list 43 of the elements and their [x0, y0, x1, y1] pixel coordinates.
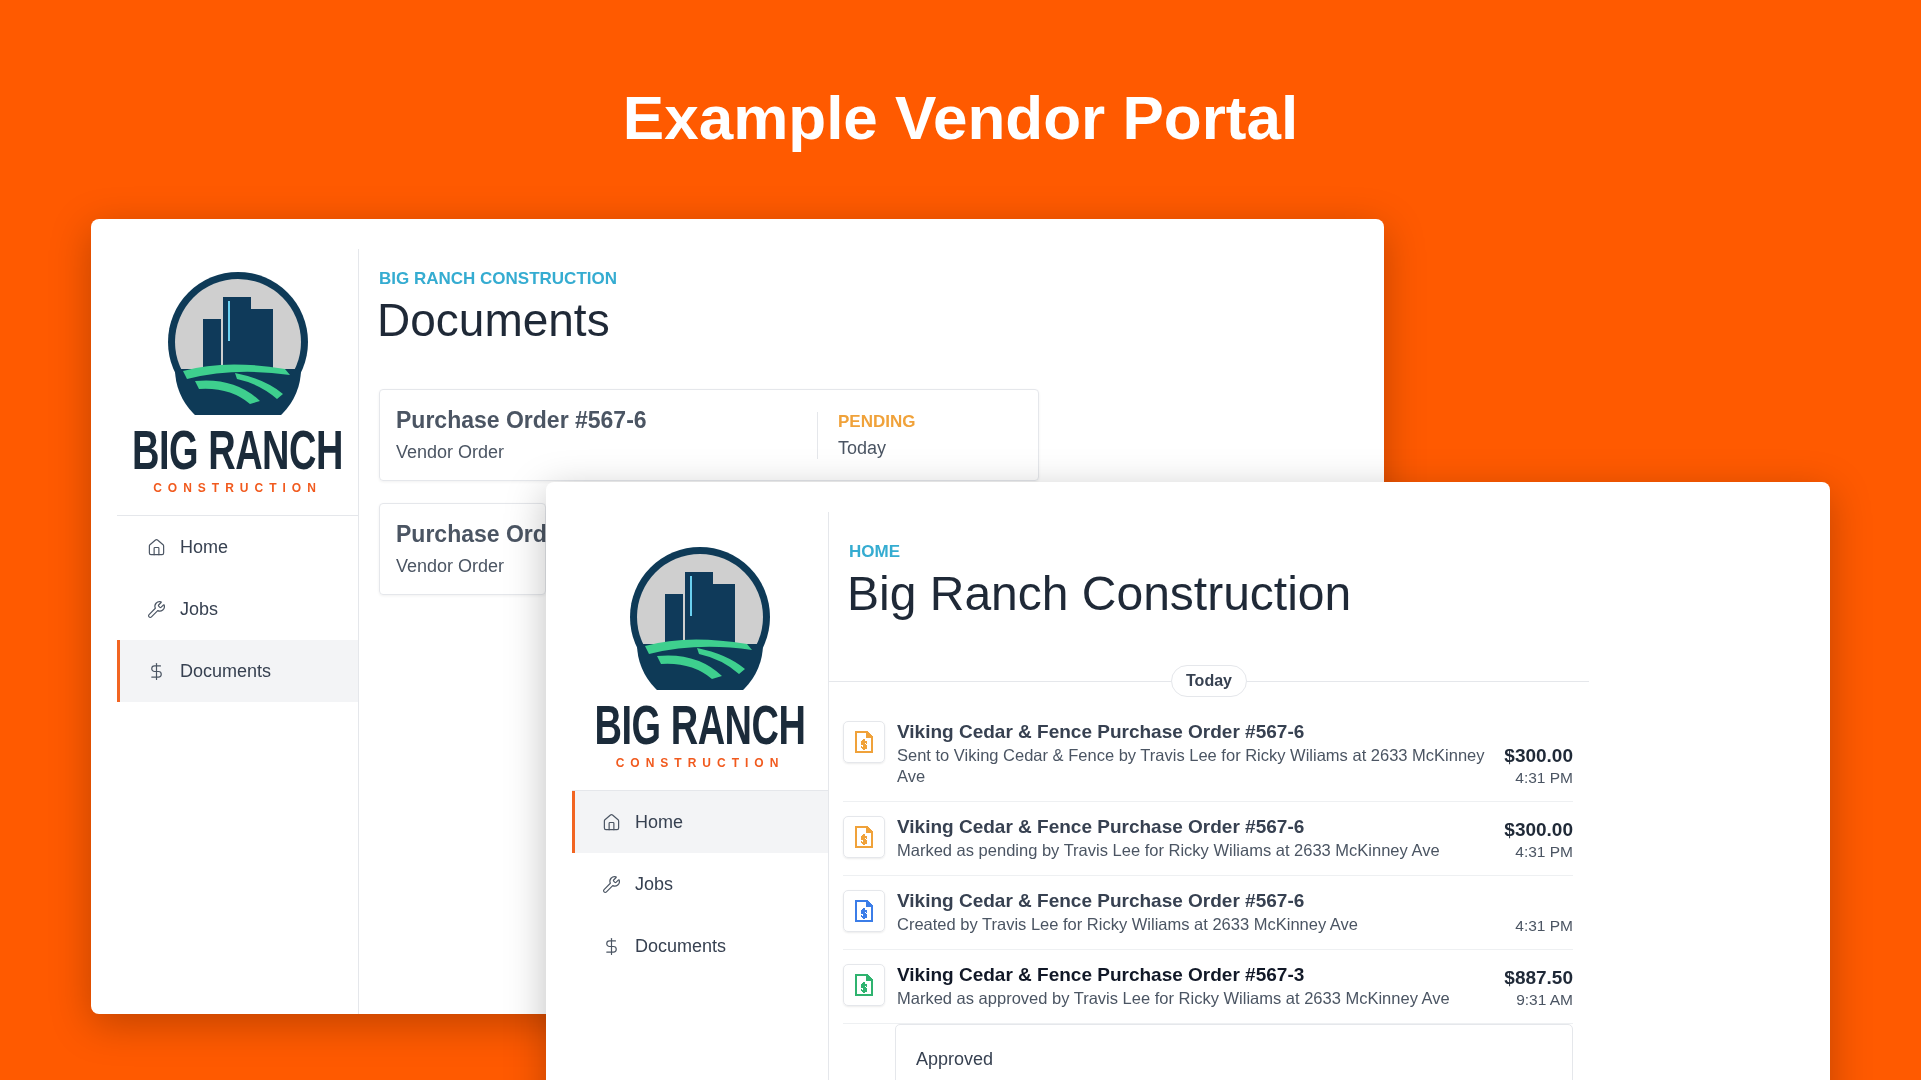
page-headline: Example Vendor Portal	[621, 82, 1300, 153]
home-icon	[147, 537, 166, 557]
logo-wordmark: BIG RANCH	[594, 697, 806, 753]
activity-amount: $300.00	[1504, 745, 1573, 767]
document-date: Today	[838, 437, 888, 459]
activity-description: Created by Travis Lee for Ricky Wiliams at 2633 McKinney Ave	[897, 914, 1359, 935]
document-type: Vendor Order	[396, 556, 506, 577]
wrench-icon	[147, 599, 166, 619]
nav-item[interactable]: Documents	[117, 640, 358, 702]
activity-title[interactable]: Viking Cedar & Fence Purchase Order #567-6	[897, 890, 1504, 912]
document-title: Purchase Order #567-6	[396, 407, 648, 434]
document-status: PENDING	[838, 411, 917, 432]
document-card[interactable]: Purchase Order #567-6 Vendor Order PENDING Today	[379, 389, 1039, 481]
activity-amount: $887.50	[1504, 967, 1573, 989]
nav-item[interactable]: Home	[572, 791, 828, 853]
activity-description: Marked as pending by Travis Lee for Ricky Wiliams at 2633 McKinney Ave	[897, 840, 1441, 861]
activity-title[interactable]: Viking Cedar & Fence Purchase Order #567-6	[897, 816, 1493, 838]
breadcrumb: BIG RANCH CONSTRUCTION	[379, 269, 618, 289]
nav-item[interactable]: Jobs	[117, 578, 358, 640]
nav-item[interactable]: Home	[117, 516, 358, 578]
document-title: Purchase Ord	[396, 521, 547, 548]
activity-time: 9:31 AM	[1516, 991, 1573, 1009]
activity-amount: $300.00	[1504, 819, 1573, 841]
activity-description: Marked as approved by Travis Lee for Ricky Wiliams at 2633 McKinney Ave	[897, 988, 1451, 1009]
nav-item[interactable]: Documents	[572, 915, 828, 977]
activity-description: Sent to Viking Cedar & Fence by Travis Lee for Ricky Wiliams at 2633 McKinney Ave	[897, 745, 1486, 787]
breadcrumb: HOME	[849, 542, 901, 562]
activity-title[interactable]: Viking Cedar & Fence Purchase Order #567-6	[897, 721, 1493, 743]
activity-title[interactable]: Viking Cedar & Fence Purchase Order #567-3	[897, 964, 1493, 986]
document-type: Vendor Order	[396, 442, 506, 463]
activity-time: 4:31 PM	[1515, 917, 1573, 935]
nav-item[interactable]: Jobs	[572, 853, 828, 915]
page-title: Big Ranch Construction	[847, 566, 1353, 621]
wrench-icon	[602, 874, 621, 894]
document-card[interactable]: Purchase Ord Vendor Order	[379, 503, 546, 595]
home-icon	[602, 812, 621, 832]
note-card: Approved	[895, 1024, 1573, 1080]
logo-wordmark: BIG RANCH	[132, 422, 343, 478]
page-title: Documents	[377, 293, 611, 347]
logo-tagline: CONSTRUCTION	[153, 481, 322, 495]
activity-time: 4:31 PM	[1515, 769, 1573, 787]
activity-time: 4:31 PM	[1515, 843, 1573, 861]
logo-tagline: CONSTRUCTION	[615, 756, 785, 770]
